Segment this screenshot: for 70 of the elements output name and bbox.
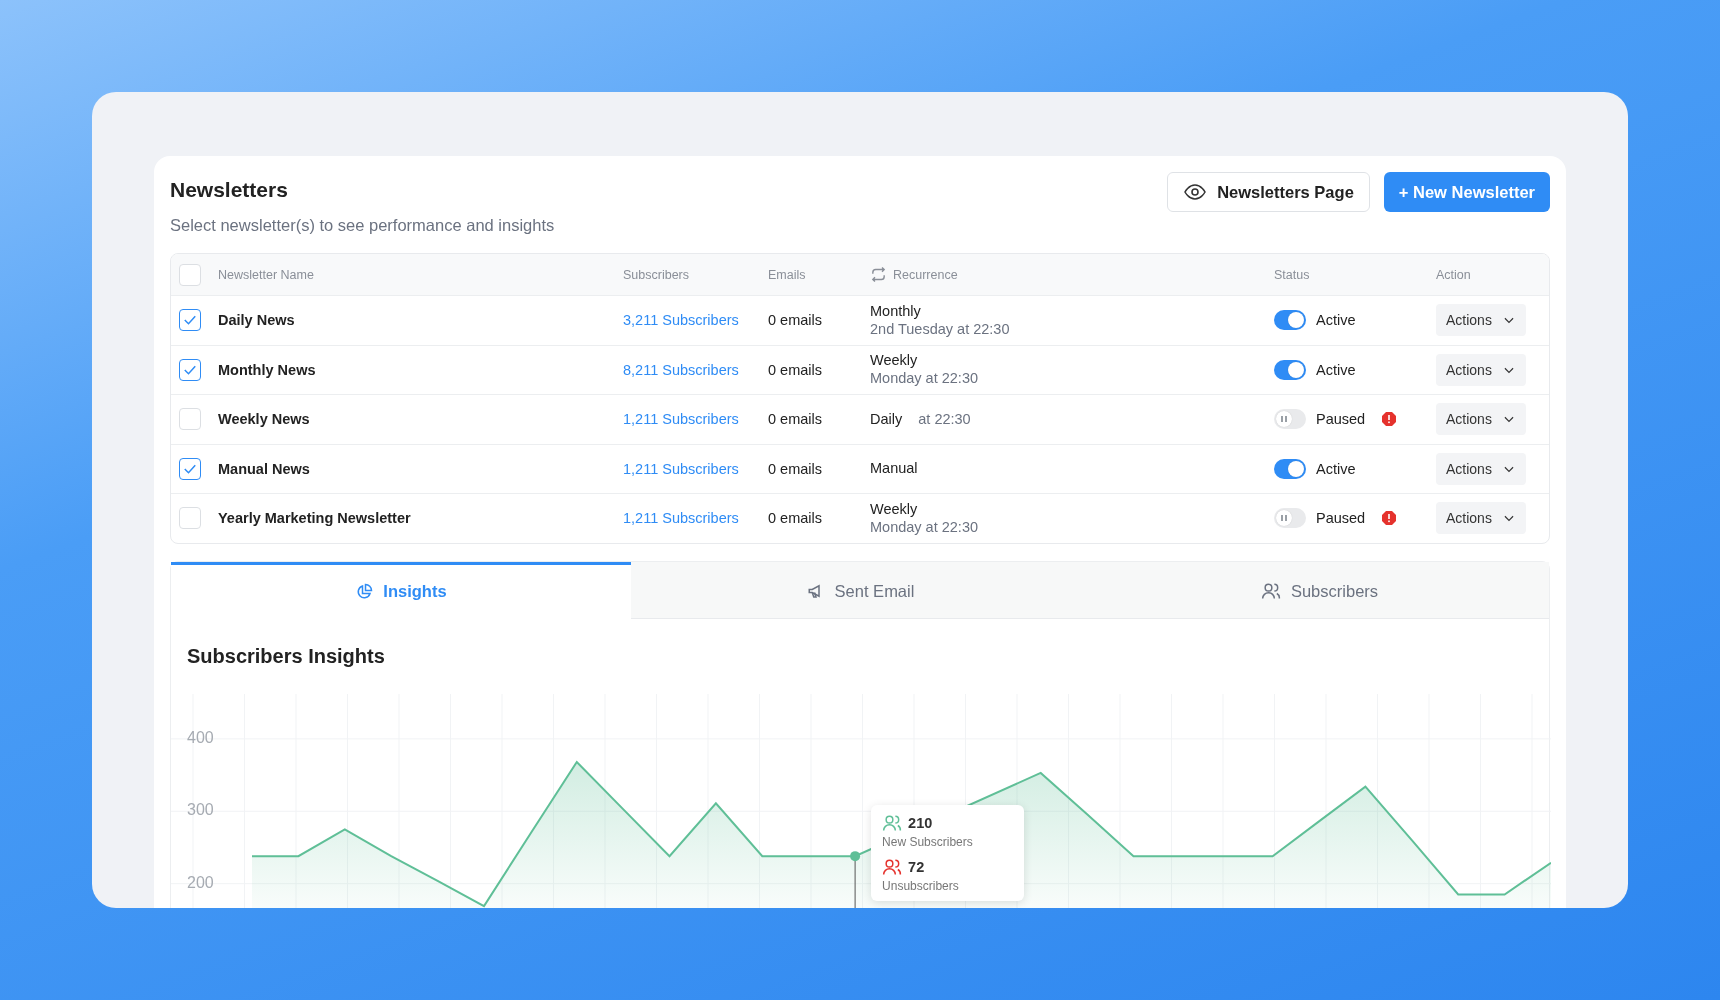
status-label: Paused	[1316, 510, 1366, 527]
recurrence-frequency: Monthly	[870, 302, 922, 320]
recurrence-schedule: Monday at 22:30	[870, 518, 979, 536]
users-icon	[1260, 581, 1281, 601]
subscribers-link[interactable]: 8,211 Subscribers	[623, 361, 739, 378]
page-subtitle: Select newsletter(s) to see performance and insights	[170, 216, 555, 235]
y-axis-label: 200	[187, 873, 214, 891]
tab[interactable]: Insights	[171, 561, 631, 619]
status-toggle[interactable]	[1274, 310, 1306, 331]
recurrence-schedule: Monday at 22:30	[870, 370, 979, 388]
column-header: Status	[1274, 267, 1310, 282]
emails-count: 0 emails	[768, 510, 822, 527]
subscribers-link[interactable]: 1,211 Subscribers	[623, 460, 739, 477]
newsletter-name: Weekly News	[218, 411, 310, 428]
subscribers-link[interactable]: 3,211 Subscribers	[623, 312, 739, 329]
newsletter-name: Monthly News	[218, 361, 316, 378]
newsletters-page-button[interactable]: Newsletters Page	[1167, 172, 1370, 212]
select-all-checkbox[interactable]	[179, 263, 201, 286]
row-checkbox[interactable]	[179, 309, 201, 332]
pie-chart-icon	[355, 582, 374, 601]
recurrence-schedule: at 22:30	[918, 411, 971, 428]
pause-icon	[1280, 415, 1288, 424]
actions-dropdown[interactable]: Actions	[1436, 403, 1526, 436]
column-header: Recurrence	[893, 267, 958, 282]
hover-marker	[850, 850, 861, 908]
y-axis-label: 400	[187, 728, 214, 746]
emails-count: 0 emails	[768, 312, 822, 329]
newsletter-name: Yearly Marketing Newsletter	[218, 510, 411, 527]
new-newsletter-button[interactable]: + New Newsletter	[1383, 172, 1550, 212]
tooltip-label: Unsubscribers	[882, 878, 960, 893]
status-label: Active	[1316, 460, 1356, 477]
subscribers-link[interactable]: 1,211 Subscribers	[623, 411, 739, 428]
actions-dropdown[interactable]: Actions	[1436, 353, 1526, 386]
actions-dropdown[interactable]: Actions	[1436, 502, 1526, 535]
tooltip-value: 210	[908, 814, 933, 831]
recurrence-frequency: Weekly	[870, 352, 919, 370]
emails-count: 0 emails	[768, 460, 822, 477]
column-header: Emails	[768, 267, 806, 282]
y-axis-label: 300	[187, 801, 214, 818]
status-toggle[interactable]	[1274, 359, 1306, 380]
row-checkbox[interactable]	[179, 358, 201, 381]
emails-count: 0 emails	[768, 411, 822, 428]
tooltip-label: New Subscribers	[882, 834, 974, 849]
actions-dropdown[interactable]: Actions	[1436, 304, 1526, 337]
status-label: Active	[1316, 312, 1356, 329]
page-title: Newsletters	[170, 178, 289, 202]
row-checkbox[interactable]	[179, 457, 201, 480]
newsletter-name: Manual News	[218, 460, 310, 477]
repeat-icon	[870, 266, 887, 283]
column-header: Action	[1436, 267, 1471, 282]
status-label: Paused	[1316, 411, 1366, 428]
status-toggle[interactable]	[1274, 458, 1306, 479]
pause-icon	[1280, 514, 1288, 523]
actions-dropdown[interactable]: Actions	[1436, 452, 1526, 485]
tooltip-value: 72	[908, 858, 925, 875]
recurrence-frequency: Weekly	[870, 500, 919, 518]
tab[interactable]: Sent Email	[631, 561, 1090, 618]
status-toggle[interactable]	[1274, 409, 1306, 430]
column-header: Subscribers	[623, 267, 689, 282]
column-header: Newsletter Name	[218, 267, 314, 282]
newsletter-name: Daily News	[218, 312, 295, 329]
recurrence-frequency: Manual	[870, 460, 918, 478]
emails-count: 0 emails	[768, 361, 822, 378]
recurrence-schedule: 2nd Tuesday at 22:30	[870, 320, 1010, 338]
subscribers-link[interactable]: 1,211 Subscribers	[623, 510, 739, 527]
recurrence-frequency: Daily	[870, 411, 903, 428]
section-title: Subscribers Insights	[187, 644, 386, 668]
tab[interactable]: Subscribers	[1090, 561, 1549, 618]
status-label: Active	[1316, 361, 1356, 378]
status-toggle[interactable]	[1274, 508, 1306, 529]
